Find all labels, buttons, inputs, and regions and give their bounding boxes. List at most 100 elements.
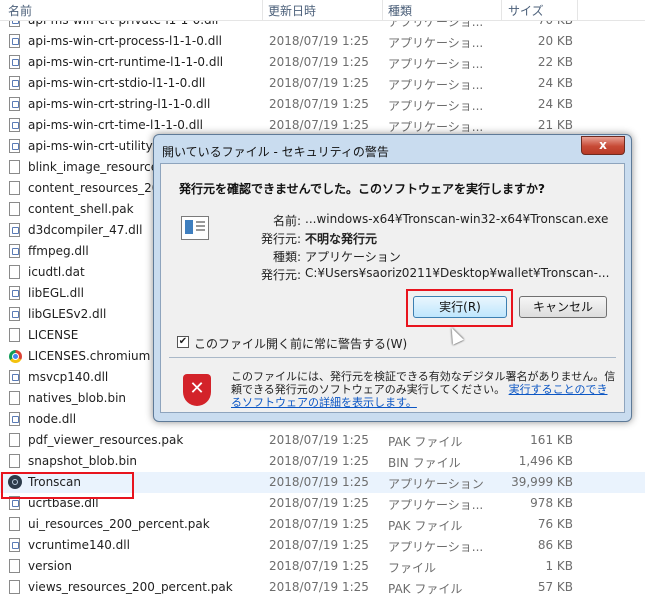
file-size: 21 KB: [537, 118, 573, 132]
close-button[interactable]: x: [581, 136, 625, 155]
file-icon: [9, 580, 20, 594]
field-name-value: ...windows-x64¥Tronscan-win32-x64¥Tronsc…: [305, 212, 609, 226]
file-row[interactable]: api-ms-win-crt-string-l1-1-0.dll 2018/07/…: [0, 94, 645, 115]
always-warn-label[interactable]: このファイル開く前に常に警告する(W): [194, 335, 407, 352]
file-name: LICENSES.chromium: [28, 349, 151, 363]
field-publisher-value: 不明な発行元: [305, 232, 378, 246]
dll-file-icon: [9, 223, 20, 237]
file-date: 2018/07/19 1:25: [269, 580, 369, 594]
file-date: 2018/07/19 1:25: [269, 517, 369, 531]
file-row[interactable]: version 2018/07/19 1:25 ファイル 1 KB: [0, 556, 645, 577]
file-row[interactable]: api-ms-win-crt-runtime-l1-1-0.dll 2018/07…: [0, 52, 645, 73]
file-name: views_resources_200_percent.pak: [28, 580, 233, 594]
file-name: api-ms-win-crt-stdio-l1-1-0.dll: [28, 76, 206, 90]
file-size: 86 KB: [537, 538, 573, 552]
field-from-label: 発行元:: [260, 268, 301, 282]
file-row[interactable]: ui_resources_200_percent.pak 2018/07/19 1…: [0, 514, 645, 535]
file-type: アプリケーショ...: [388, 540, 484, 554]
file-name: libGLESv2.dll: [28, 307, 107, 321]
file-type: PAK ファイル: [388, 435, 463, 449]
file-size: 76 KB: [537, 517, 573, 531]
dialog-body: 発行元を確認できませんでした。このソフトウェアを実行しますか? 名前: ...w…: [160, 163, 625, 413]
run-highlight-box: [406, 289, 513, 327]
file-icon: [9, 559, 20, 573]
file-icon: [9, 181, 20, 195]
shield-x-icon: ✕: [183, 374, 211, 406]
file-type: BIN ファイル: [388, 456, 461, 470]
file-date: 2018/07/19 1:25: [269, 97, 369, 111]
file-type: PAK ファイル: [388, 582, 463, 596]
always-warn-checkbox[interactable]: ✔: [177, 336, 189, 348]
file-icon: [9, 391, 20, 405]
dll-file-icon: [9, 34, 20, 48]
file-date: 2018/07/19 1:25: [269, 118, 369, 132]
file-row[interactable]: views_resources_200_percent.pak 2018/07/1…: [0, 577, 645, 598]
file-date: 2018/07/19 1:25: [269, 76, 369, 90]
column-type[interactable]: 種類: [388, 2, 412, 19]
dll-file-icon: [9, 538, 20, 552]
dll-file-icon: [9, 307, 20, 321]
file-size: 978 KB: [530, 496, 573, 510]
tronscan-highlight-box: [1, 472, 134, 499]
file-name: ffmpeg.dll: [28, 244, 89, 258]
dll-file-icon: [9, 55, 20, 69]
file-row[interactable]: api-ms-win-crt-time-l1-1-0.dll 2018/07/19…: [0, 115, 645, 136]
security-warning-dialog: 開いているファイル - セキュリティの警告 x 発行元を確認できませんでした。こ…: [153, 134, 632, 422]
file-row[interactable]: pdf_viewer_resources.pak 2018/07/19 1:25 P…: [0, 430, 645, 451]
mouse-cursor-icon: [446, 325, 464, 345]
column-name[interactable]: 名前: [8, 2, 32, 19]
dll-file-icon: [9, 97, 20, 111]
field-from-value: C:¥Users¥saoriz0211¥Desktop¥wallet¥Trons…: [305, 266, 610, 280]
dll-file-icon: [9, 244, 20, 258]
file-icon: [9, 160, 20, 174]
file-name: vcruntime140.dll: [28, 538, 130, 552]
file-type: アプリケーショ...: [388, 36, 484, 50]
field-name-label: 名前:: [272, 214, 301, 228]
column-size[interactable]: サイズ: [508, 2, 544, 19]
file-row[interactable]: snapshot_blob.bin 2018/07/19 1:25 BIN ファイル…: [0, 451, 645, 472]
file-name: content_resources_20: [28, 181, 160, 195]
file-date: 2018/07/19 1:25: [269, 475, 369, 489]
file-name: msvcp140.dll: [28, 370, 109, 384]
file-date: 2018/07/19 1:25: [269, 55, 369, 69]
dll-file-icon: [9, 286, 20, 300]
file-row[interactable]: api-ms-win-crt-stdio-l1-1-0.dll 2018/07/1…: [0, 73, 645, 94]
file-name: ui_resources_200_percent.pak: [28, 517, 210, 531]
file-type: アプリケーショ...: [388, 57, 484, 71]
file-name: api-ms-win-crt-time-l1-1-0.dll: [28, 118, 203, 132]
file-name: api-ms-win-crt-process-l1-1-0.dll: [28, 34, 222, 48]
field-publisher-label: 発行元:: [260, 232, 301, 246]
column-date[interactable]: 更新日時: [268, 2, 316, 19]
file-type: アプリケーショ...: [388, 498, 484, 512]
file-date: 2018/07/19 1:25: [269, 496, 369, 510]
file-name: content_shell.pak: [28, 202, 134, 216]
warning-text: このファイルには、発行元を検証できる有効なデジタル署名がありません。信頼できる発…: [231, 370, 616, 409]
file-row[interactable]: api-ms-win-crt-process-l1-1-0.dll 2018/07…: [0, 31, 645, 52]
file-row[interactable]: vcruntime140.dll 2018/07/19 1:25 アプリケーショ..…: [0, 535, 645, 556]
dll-file-icon: [9, 370, 20, 384]
file-name: node.dll: [28, 412, 77, 426]
file-icon: [9, 202, 20, 216]
cancel-button[interactable]: キャンセル: [519, 296, 607, 318]
file-name: libEGL.dll: [28, 286, 84, 300]
file-type: アプリケーション: [388, 477, 484, 491]
file-name: blink_image_resource: [28, 160, 159, 174]
file-icon: [9, 328, 20, 342]
file-type: アプリケーショ...: [388, 120, 484, 134]
dll-file-icon: [9, 139, 20, 153]
file-name: snapshot_blob.bin: [28, 454, 138, 468]
file-size: 20 KB: [537, 34, 573, 48]
file-size: 24 KB: [537, 76, 573, 90]
file-date: 2018/07/19 1:25: [269, 433, 369, 447]
file-name: pdf_viewer_resources.pak: [28, 433, 184, 447]
dialog-title: 開いているファイル - セキュリティの警告: [162, 145, 389, 159]
file-name: version: [28, 559, 72, 573]
file-type: アプリケーショ...: [388, 99, 484, 113]
file-size: 22 KB: [537, 55, 573, 69]
file-name: api-ms-win-crt-runtime-l1-1-0.dll: [28, 55, 224, 69]
file-size: 161 KB: [530, 433, 573, 447]
dll-file-icon: [9, 412, 20, 426]
file-type: アプリケーショ...: [388, 78, 484, 92]
field-type-value: アプリケーション: [305, 250, 401, 264]
file-size: 57 KB: [537, 580, 573, 594]
